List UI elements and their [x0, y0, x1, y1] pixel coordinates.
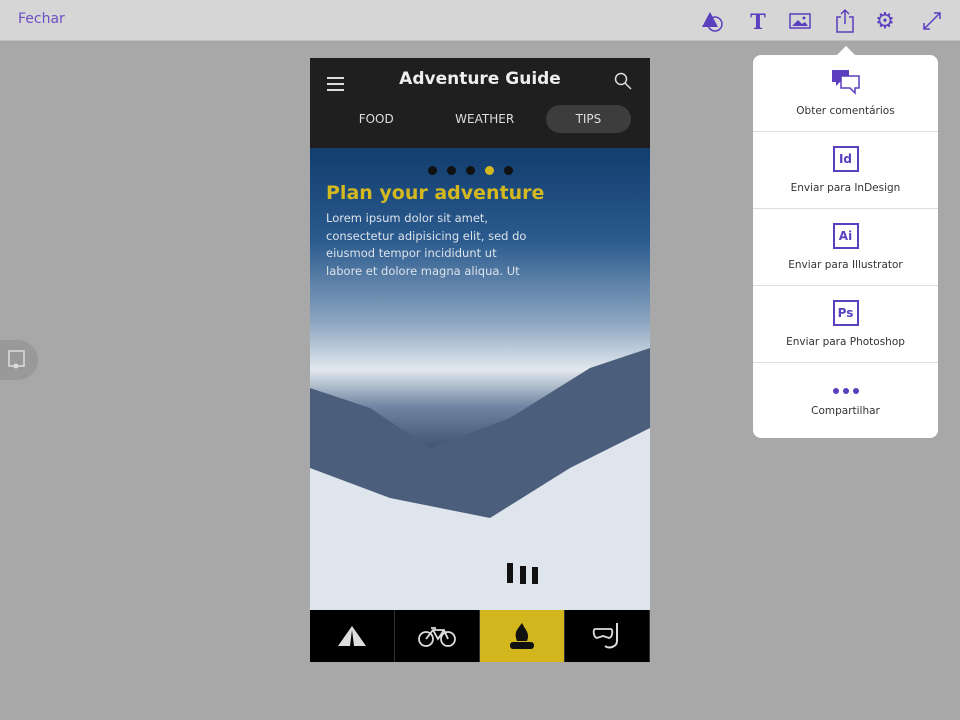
text-icon[interactable]: T [744, 7, 772, 35]
menu-item-send-illustrator[interactable]: Ai Enviar para Illustrator [753, 209, 938, 286]
menu-item-send-indesign[interactable]: Id Enviar para InDesign [753, 132, 938, 209]
mountain-landscape [310, 348, 650, 610]
app-title: Adventure Guide [310, 69, 650, 89]
tab-weather[interactable]: WEATHER [425, 105, 544, 133]
tab-food[interactable]: FOOD [329, 105, 424, 133]
carousel-dot[interactable] [447, 166, 456, 175]
share-menu: Obter comentários Id Enviar para InDesig… [753, 55, 938, 438]
photoshop-icon: Ps [833, 300, 859, 326]
carousel-dots [428, 166, 513, 175]
shapes-icon[interactable] [698, 7, 726, 35]
menu-item-send-photoshop[interactable]: Ps Enviar para Photoshop [753, 286, 938, 363]
carousel-dot-active[interactable] [485, 166, 494, 175]
hero-headline: Plan your adventure [326, 182, 544, 204]
comments-icon [831, 69, 861, 95]
tent-icon[interactable] [310, 610, 395, 662]
menu-item-share[interactable]: Compartilhar [753, 363, 938, 440]
carousel-dot[interactable] [504, 166, 513, 175]
campfire-icon[interactable] [480, 610, 565, 662]
hero-image: Plan your adventure Lorem ipsum dolor si… [310, 148, 650, 610]
fullscreen-icon[interactable] [918, 7, 946, 35]
snorkel-icon[interactable] [565, 610, 650, 662]
share-icon[interactable] [831, 7, 859, 35]
search-icon[interactable] [614, 72, 632, 90]
illustrator-icon: Ai [833, 223, 859, 249]
close-button[interactable]: Fechar [18, 11, 65, 27]
top-toolbar: Fechar T ⚙ [0, 0, 960, 41]
bicycle-icon[interactable] [395, 610, 480, 662]
indesign-icon: Id [833, 146, 859, 172]
menu-item-get-feedback[interactable]: Obter comentários [753, 55, 938, 132]
settings-icon[interactable]: ⚙ [871, 7, 899, 35]
bottom-nav [310, 610, 650, 662]
carousel-dot[interactable] [428, 166, 437, 175]
tab-tips[interactable]: TIPS [546, 105, 632, 133]
hero-body: Lorem ipsum dolor sit amet, consectetur … [326, 210, 536, 280]
image-icon[interactable] [786, 7, 814, 35]
comment-pin-icon [8, 350, 26, 370]
carousel-dot[interactable] [466, 166, 475, 175]
phone-prototype: Adventure Guide FOOD WEATHER TIPS Plan y… [310, 58, 650, 662]
more-icon [832, 387, 860, 395]
app-header: Adventure Guide FOOD WEATHER TIPS [310, 58, 650, 148]
side-handle[interactable] [0, 340, 38, 380]
